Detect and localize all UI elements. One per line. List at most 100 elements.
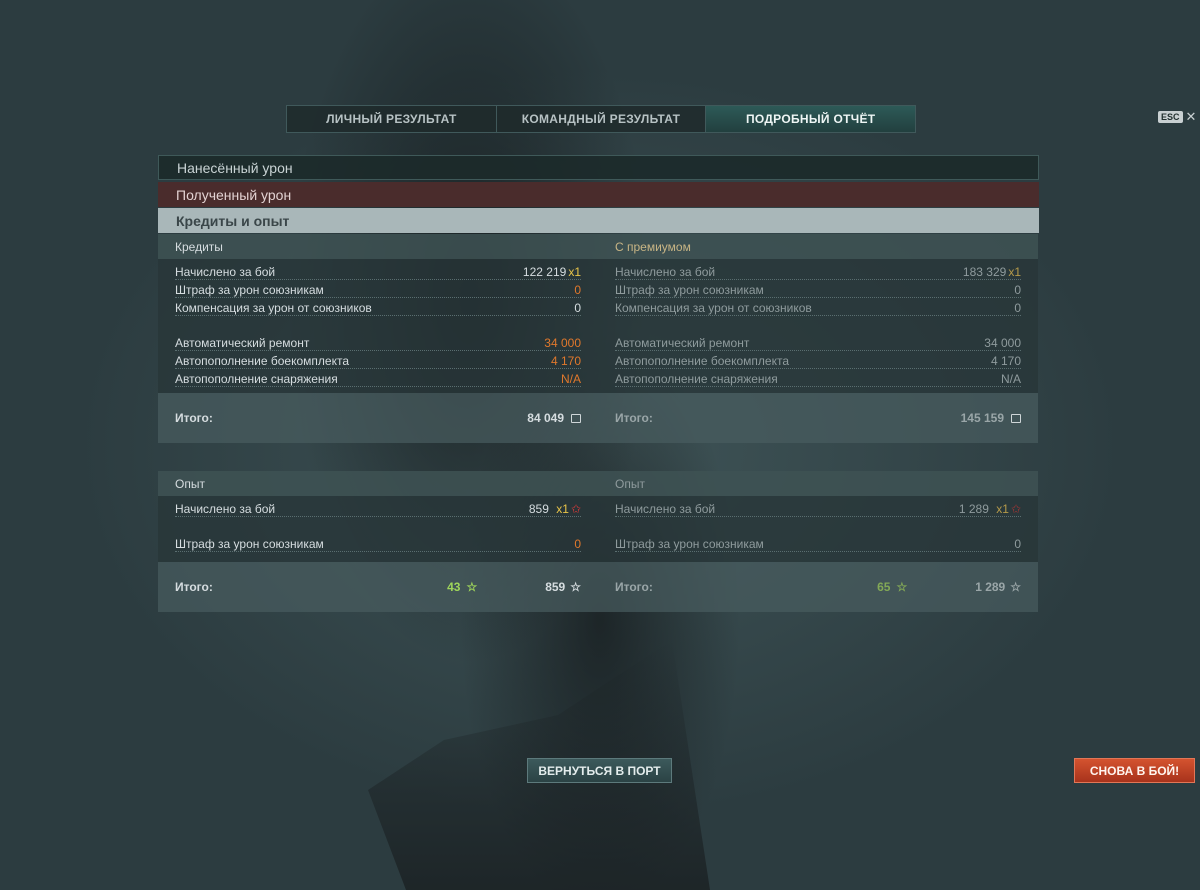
credits-header: Кредиты — [158, 234, 598, 259]
multiplier: x1 — [1008, 265, 1021, 279]
total-value: 145 159 — [961, 411, 1021, 425]
total-number: 859 — [545, 580, 566, 594]
free-xp-value: 65 ☆ — [877, 580, 907, 594]
row-value: N/A — [1000, 372, 1021, 386]
credits-compensation-row: Компенсация за урон от союзников 0 — [615, 298, 1021, 316]
credits-earned-row: Начислено за бой 183 329 x1 — [615, 262, 1021, 280]
battle-again-button[interactable]: СНОВА В БОЙ! — [1074, 758, 1195, 783]
row-value: 0 — [1014, 301, 1021, 315]
tab-team-result[interactable]: КОМАНДНЫЙ РЕЗУЛЬТАТ — [497, 106, 707, 132]
credits-ammo-row: Автопополнение боекомплекта 4 170 — [175, 351, 581, 369]
row-label: Штраф за урон союзникам — [615, 537, 764, 551]
esc-close-button[interactable]: ESC ✕ — [1158, 110, 1196, 123]
row-value: 34 000 — [544, 336, 581, 350]
tab-detailed-report[interactable]: ПОДРОБНЫЙ ОТЧЁТ — [706, 106, 916, 132]
earned-value: 859 — [528, 502, 549, 516]
total-number: 84 049 — [527, 411, 564, 425]
xp-icon: ✩ — [1010, 502, 1021, 516]
row-value: 34 000 — [984, 336, 1021, 350]
row-value: 183 329 x1 — [963, 265, 1021, 279]
credits-repair-row: Автоматический ремонт 34 000 — [615, 333, 1021, 351]
credits-ammo-row: Автопополнение боекомплекта 4 170 — [615, 351, 1021, 369]
total-label: Итого: — [615, 580, 653, 594]
row-value: 4 170 — [990, 354, 1021, 368]
total-number: 145 159 — [960, 411, 1004, 425]
free-xp-value: 43 ☆ — [447, 580, 477, 594]
credits-column-standard: Кредиты Начислено за бой 122 219 x1 Штраф… — [158, 234, 598, 443]
row-label: Начислено за бой — [175, 502, 276, 516]
row-label: Компенсация за урон от союзников — [615, 301, 812, 315]
row-label: Автоматический ремонт — [175, 336, 310, 350]
xp-penalty-row: Штраф за урон союзникам 0 — [615, 534, 1021, 552]
total-value: 1 289 ☆ — [975, 580, 1021, 594]
xp-premium-total: Итого: 65 ☆ 1 289 ☆ — [598, 562, 1038, 612]
credits-premium-list: Начислено за бой 183 329 x1 Штраф за урон… — [598, 259, 1038, 393]
row-label: Штраф за урон союзникам — [615, 283, 764, 297]
row-value: 0 — [574, 301, 581, 315]
credits-repair-row: Автоматический ремонт 34 000 — [175, 333, 581, 351]
row-label: Штраф за урон союзникам — [175, 283, 324, 297]
row-value: 1 289 x1 ✩ — [959, 502, 1021, 516]
credits-penalty-row: Штраф за урон союзникам 0 — [175, 280, 581, 298]
free-xp-number: 43 — [447, 580, 461, 594]
tab-personal-result[interactable]: ЛИЧНЫЙ РЕЗУЛЬТАТ — [287, 106, 497, 132]
credits-equipment-row: Автопополнение снаряжения N/A — [175, 369, 581, 387]
xp-total: Итого: 43 ☆ 859 ☆ — [158, 562, 598, 612]
xp-column-premium: Опыт Начислено за бой 1 289 x1 ✩ Штраф за… — [598, 471, 1038, 612]
row-label: Начислено за бой — [615, 502, 716, 516]
row-value: 0 — [1014, 283, 1021, 297]
credits-premium-header: С премиумом — [598, 234, 1038, 259]
esc-badge: ESC — [1158, 110, 1183, 123]
row-value: 122 219 x1 — [523, 265, 581, 279]
xp-penalty-row: Штраф за урон союзникам 0 — [175, 534, 581, 552]
row-value: 859 x1 ✩ — [529, 502, 581, 516]
earned-value: 1 289 — [958, 502, 989, 516]
row-label: Автопополнение снаряжения — [615, 372, 778, 386]
credits-penalty-row: Штраф за урон союзникам 0 — [615, 280, 1021, 298]
section-damage-received[interactable]: Полученный урон — [158, 182, 1039, 207]
credits-total: Итого: 84 049 — [158, 393, 598, 443]
total-value: 84 049 — [527, 411, 581, 425]
earned-value: 183 329 — [962, 265, 1007, 279]
row-label: Автопополнение боекомплекта — [615, 354, 789, 368]
xp-header: Опыт — [158, 471, 598, 496]
xp-premium-list: Начислено за бой 1 289 x1 ✩ Штраф за урон… — [598, 496, 1038, 562]
multiplier: x1 — [568, 265, 581, 279]
row-value: N/A — [560, 372, 581, 386]
star-icon: ☆ — [1010, 580, 1021, 594]
star-icon: ☆ — [570, 580, 581, 594]
row-label: Компенсация за урон от союзников — [175, 301, 372, 315]
return-to-port-button[interactable]: ВЕРНУТЬСЯ В ПОРТ — [527, 758, 672, 783]
free-xp-number: 65 — [877, 580, 891, 594]
credits-list: Начислено за бой 122 219 x1 Штраф за урон… — [158, 259, 598, 393]
xp-earned-row: Начислено за бой 859 x1 ✩ — [175, 499, 581, 517]
total-label: Итого: — [175, 411, 213, 425]
multiplier: x1 — [996, 502, 1009, 516]
multiplier: x1 — [556, 502, 569, 516]
xp-list: Начислено за бой 859 x1 ✩ Штраф за урон с… — [158, 496, 598, 562]
credits-icon — [571, 413, 581, 423]
row-label: Начислено за бой — [615, 265, 716, 279]
credits-icon — [1011, 413, 1021, 423]
row-label: Автопополнение боекомплекта — [175, 354, 349, 368]
earned-value: 122 219 — [522, 265, 567, 279]
credits-equipment-row: Автопополнение снаряжения N/A — [615, 369, 1021, 387]
star-icon: ☆ — [896, 580, 908, 594]
credits-column-premium: С премиумом Начислено за бой 183 329 x1 Ш… — [598, 234, 1038, 443]
section-credits-xp[interactable]: Кредиты и опыт — [158, 208, 1039, 233]
credits-earned-row: Начислено за бой 122 219 x1 — [175, 262, 581, 280]
row-value: 0 — [574, 537, 581, 551]
close-icon: ✕ — [1185, 109, 1197, 124]
section-damage-dealt[interactable]: Нанесённый урон — [158, 155, 1039, 180]
row-value: 0 — [574, 283, 581, 297]
row-label: Автопополнение снаряжения — [175, 372, 338, 386]
total-number: 1 289 — [975, 580, 1006, 594]
total-value: 859 ☆ — [545, 580, 581, 594]
row-label: Штраф за урон союзникам — [175, 537, 324, 551]
credits-compensation-row: Компенсация за урон от союзников 0 — [175, 298, 581, 316]
row-label: Автоматический ремонт — [615, 336, 750, 350]
result-tabs: ЛИЧНЫЙ РЕЗУЛЬТАТ КОМАНДНЫЙ РЕЗУЛЬТАТ ПОД… — [286, 105, 916, 133]
total-label: Итого: — [615, 411, 653, 425]
xp-earned-row: Начислено за бой 1 289 x1 ✩ — [615, 499, 1021, 517]
xp-icon: ✩ — [570, 502, 581, 516]
